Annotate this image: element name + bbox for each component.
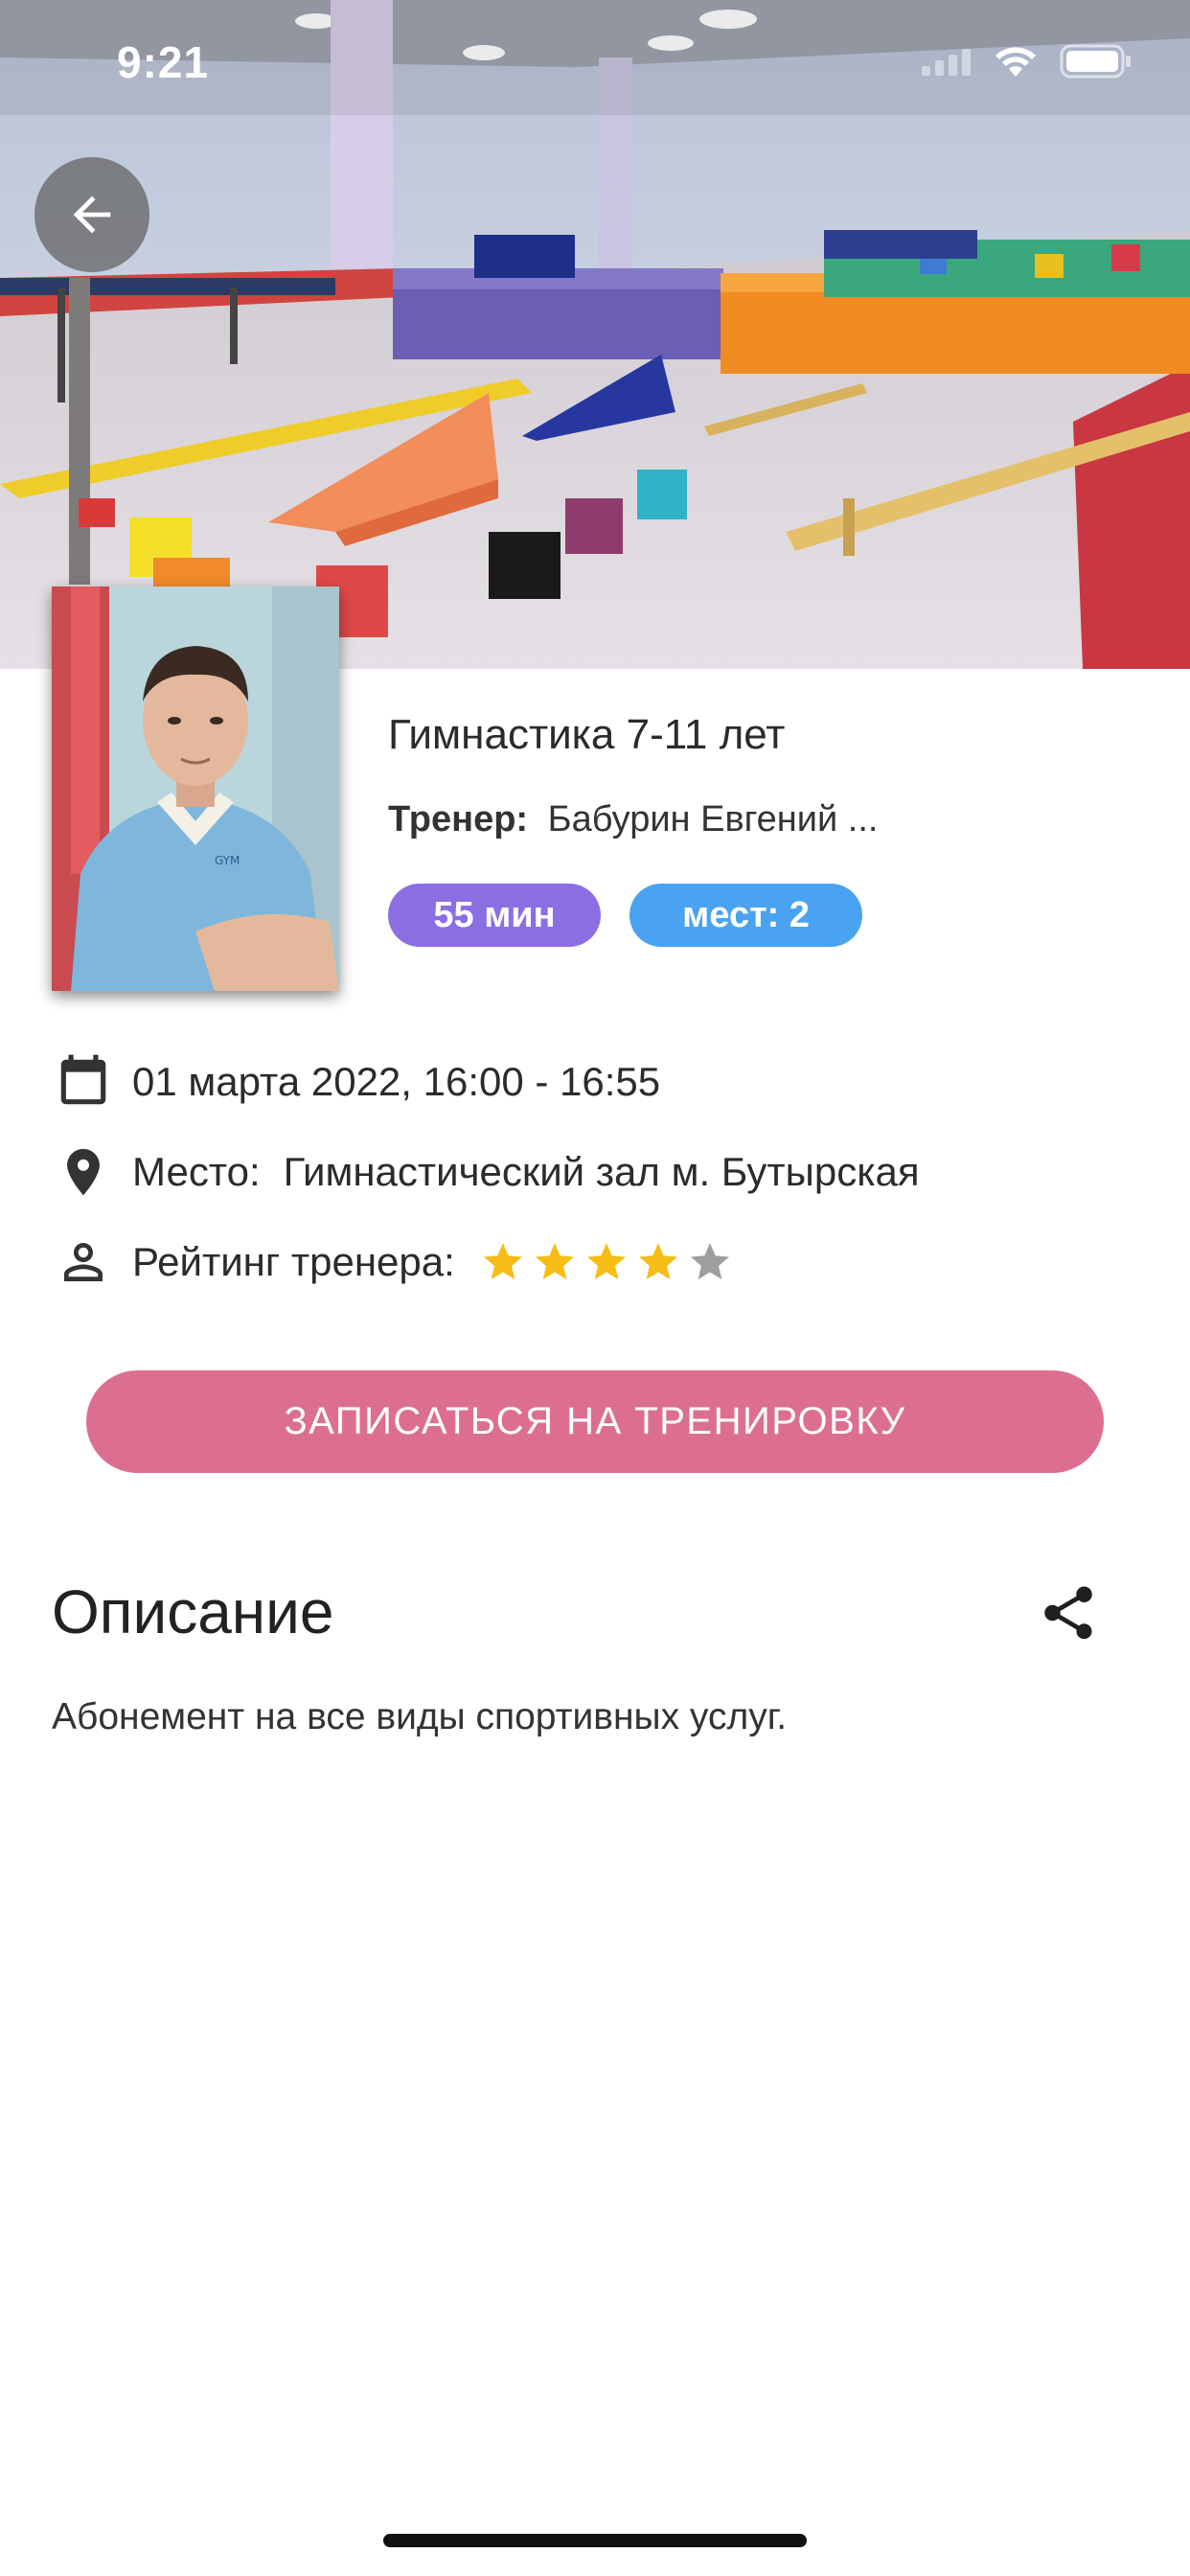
place-value[interactable]: Гимнастический зал м. Бутырская — [284, 1149, 920, 1195]
trainer-line: Тренер: Бабурин Евгений ... — [388, 799, 878, 840]
star-filled-icon — [483, 1243, 522, 1279]
home-indicator — [383, 2534, 807, 2547]
trainer-rating-stars — [480, 1239, 733, 1285]
wifi-icon — [993, 44, 1039, 83]
duration-badge: 55 мин — [388, 884, 601, 947]
date-time-text: 01 марта 2022, 16:00 - 16:55 — [132, 1059, 661, 1104]
trainer-label: Тренер: — [388, 799, 529, 840]
trainer-photo: GYM — [52, 586, 339, 991]
star-filled-icon — [586, 1243, 626, 1279]
share-icon — [1044, 1586, 1092, 1640]
description-text: Абонемент на все виды спортивных услуг. — [52, 1696, 788, 1737]
share-button[interactable] — [1033, 1577, 1104, 1648]
place-row: Место: Гимнастический зал м. Бутырская — [52, 1140, 920, 1204]
seats-badge: мест: 2 — [629, 884, 862, 947]
status-icons — [922, 44, 1133, 83]
status-time: 9:21 — [117, 37, 210, 87]
trainer-name[interactable]: Бабурин Евгений ... — [548, 799, 879, 840]
place-label: Место: — [132, 1149, 261, 1194]
svg-text:GYM: GYM — [215, 854, 240, 867]
class-badges: 55 мин мест: 2 — [388, 884, 862, 947]
rating-row: Рейтинг тренера: — [52, 1230, 733, 1294]
star-filled-icon — [638, 1243, 677, 1279]
date-row: 01 марта 2022, 16:00 - 16:55 — [52, 1050, 660, 1114]
rating-label: Рейтинг тренера: — [132, 1239, 455, 1284]
description-heading: Описание — [52, 1577, 334, 1646]
signup-button[interactable]: ЗАПИСАТЬСЯ НА ТРЕНИРОВКУ — [86, 1370, 1104, 1473]
calendar-icon — [52, 1050, 115, 1114]
class-title: Гимнастика 7-11 лет — [388, 711, 786, 758]
status-bar: 9:21 — [0, 0, 1190, 129]
back-button[interactable] — [34, 157, 149, 272]
person-icon — [52, 1230, 115, 1294]
arrow-left-icon — [73, 196, 111, 234]
map-pin-icon — [52, 1140, 115, 1204]
star-filled-icon — [535, 1243, 574, 1279]
battery-icon — [1060, 44, 1133, 83]
cellular-signal-icon — [922, 47, 972, 80]
star-empty-icon — [690, 1243, 729, 1279]
